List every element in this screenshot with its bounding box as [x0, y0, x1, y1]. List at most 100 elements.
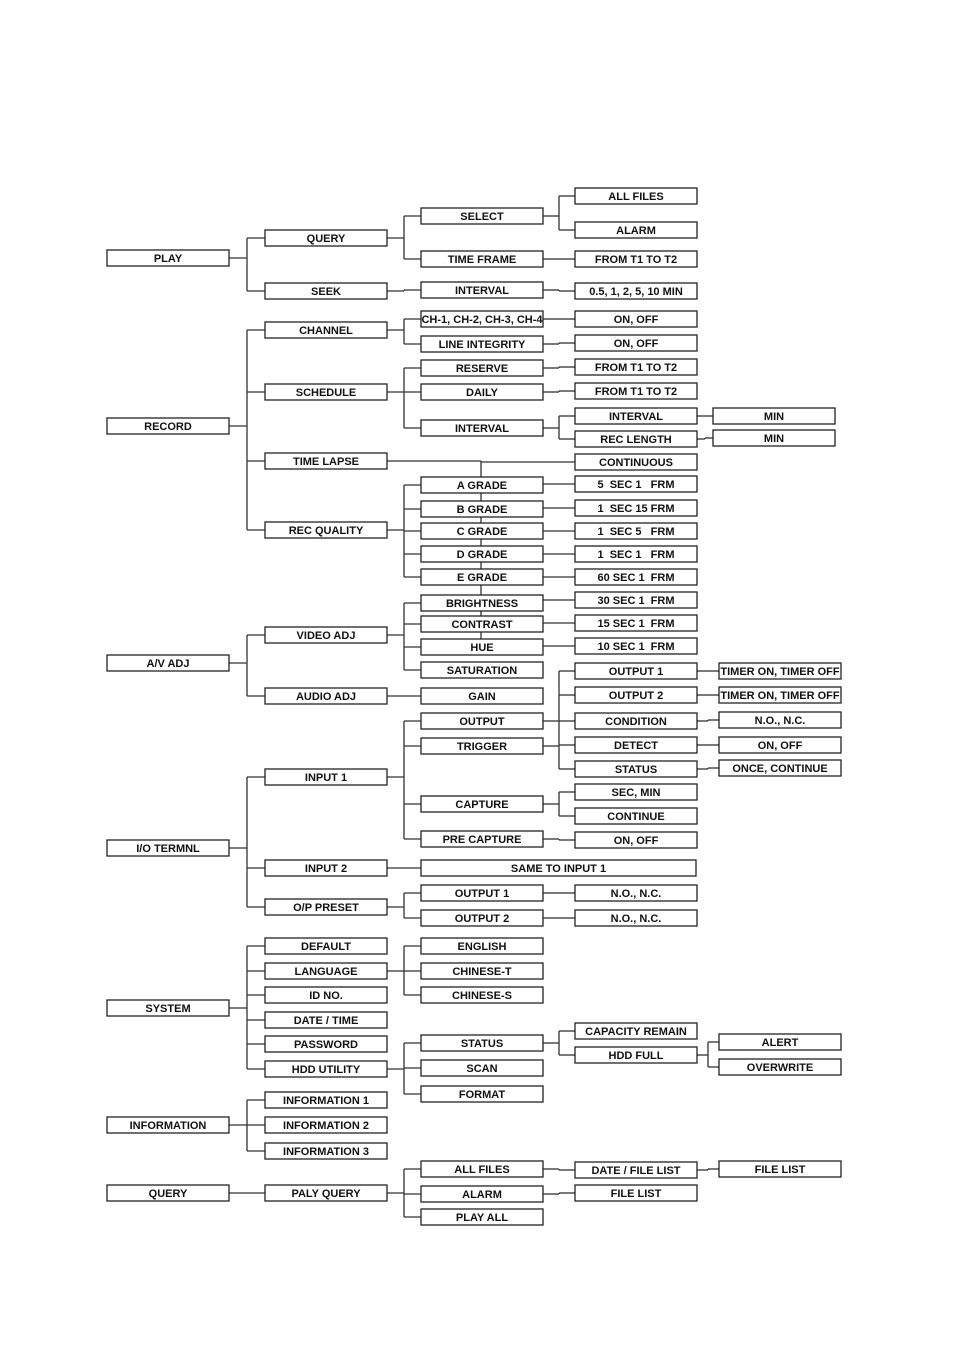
- node-label: SCHEDULE: [296, 387, 357, 399]
- node-label: OUTPUT 1: [455, 888, 509, 900]
- menu-node-r-dailyt: FROM T1 TO T2: [574, 382, 698, 400]
- node-label: ALERT: [762, 1037, 799, 1049]
- node-label: ON, OFF: [614, 314, 659, 326]
- node-label: 10 SEC 1 FRM: [597, 641, 674, 653]
- menu-node-s-en: ENGLISH: [420, 937, 544, 955]
- node-label: CHINESE-T: [452, 966, 512, 978]
- menu-node-s-full: HDD FULL: [574, 1046, 698, 1064]
- menu-node-p-seek: SEEK: [264, 282, 388, 300]
- menu-node-s-hdd: HDD UTILITY: [264, 1060, 388, 1078]
- node-label: INFORMATION 3: [283, 1146, 369, 1158]
- menu-node-s-date: DATE / TIME: [264, 1011, 388, 1029]
- node-label: SYSTEM: [145, 1003, 190, 1015]
- node-label: ON, OFF: [614, 835, 659, 847]
- menu-node-r-min2: MIN: [712, 429, 836, 447]
- menu-node-i-cont: CONTINUE: [574, 807, 698, 825]
- node-label: 15 SEC 1 FRM: [597, 618, 674, 630]
- node-label: INFORMATION 1: [283, 1095, 369, 1107]
- menu-node-p-t1t2: FROM T1 TO T2: [574, 250, 698, 268]
- menu-node-q-datelist: DATE / FILE LIST: [574, 1161, 698, 1179]
- menu-node-g-a: A GRADE: [420, 476, 544, 494]
- node-label: DATE / FILE LIST: [591, 1165, 680, 1177]
- menu-nodes: PLAY QUERY SEEK SELECT TIME FRAME ALL FILES AL…: [106, 187, 842, 1226]
- node-label: HUE: [470, 642, 493, 654]
- menu-node-sys: SYSTEM: [106, 999, 230, 1017]
- menu-node-i-detect: DETECT: [574, 736, 698, 754]
- node-label: INFORMATION: [130, 1120, 207, 1132]
- node-label: TRIGGER: [457, 741, 507, 753]
- node-label: SCAN: [466, 1063, 497, 1075]
- menu-node-i-op: O/P PRESET: [264, 898, 388, 916]
- node-label: BRIGHTNESS: [446, 598, 518, 610]
- menu-node-n-2: INFORMATION 2: [264, 1116, 388, 1134]
- node-label: DATE / TIME: [294, 1015, 359, 1027]
- menu-node-a-contrast: CONTRAST: [420, 615, 544, 633]
- menu-node-i-po2: OUTPUT 2: [420, 909, 544, 927]
- node-label: INTERVAL: [455, 423, 509, 435]
- node-label: B GRADE: [457, 504, 508, 516]
- node-label: FORMAT: [459, 1089, 506, 1101]
- node-label: LANGUAGE: [295, 966, 358, 978]
- menu-node-i-out2: OUTPUT 2: [574, 686, 698, 704]
- menu-node-a-bright: BRIGHTNESS: [420, 594, 544, 612]
- menu-node-i-preonoff: ON, OFF: [574, 831, 698, 849]
- menu-node-record: RECORD: [106, 417, 230, 435]
- menu-node-r-chonoff: ON, OFF: [574, 310, 698, 328]
- node-label: N.O., N.C.: [611, 888, 662, 900]
- node-label: PRE CAPTURE: [443, 834, 522, 846]
- node-label: AUDIO ADJ: [296, 691, 356, 703]
- node-label: OUTPUT 2: [609, 690, 663, 702]
- menu-node-s-cs: CHINESE-S: [420, 986, 544, 1004]
- menu-node-s-over: OVERWRITE: [718, 1058, 842, 1076]
- menu-node-i-trigger: TRIGGER: [420, 737, 544, 755]
- node-label: PLAY ALL: [456, 1212, 508, 1224]
- node-label: FROM T1 TO T2: [595, 362, 677, 374]
- node-label: VIDEO ADJ: [297, 630, 356, 642]
- menu-node-i-in2: INPUT 2: [264, 859, 388, 877]
- node-label: CAPTURE: [455, 799, 508, 811]
- menu-node-i-timer1: TIMER ON, TIMER OFF: [718, 662, 842, 680]
- node-label: FROM T1 TO T2: [595, 254, 677, 266]
- node-label: INTERVAL: [609, 411, 663, 423]
- menu-node-q-alarm: ALARM: [420, 1185, 544, 1203]
- node-label: TIME FRAME: [448, 254, 516, 266]
- node-label: PLAY: [154, 253, 183, 265]
- node-label: ID NO.: [309, 990, 343, 1002]
- menu-node-t7: 15 SEC 1 FRM: [574, 614, 698, 632]
- menu-node-i-precap: PRE CAPTURE: [420, 830, 544, 848]
- menu-node-r-recq: REC QUALITY: [264, 521, 388, 539]
- menu-node-a-sat: SATURATION: [420, 661, 544, 679]
- menu-node-io: I/O TERMNL: [106, 839, 230, 857]
- node-label: CH-1, CH-2, CH-3, CH-4: [421, 314, 543, 326]
- menu-node-i-in1: INPUT 1: [264, 768, 388, 786]
- node-label: REC QUALITY: [289, 525, 364, 537]
- node-label: TIMER ON, TIMER OFF: [720, 690, 839, 702]
- node-label: CONTRAST: [451, 619, 512, 631]
- menu-node-s-scan: SCAN: [420, 1059, 544, 1077]
- menu-node-p-interval: INTERVAL: [420, 281, 544, 299]
- node-label: LINE INTEGRITY: [439, 339, 526, 351]
- menu-node-r-sint: INTERVAL: [420, 419, 544, 437]
- node-label: GAIN: [468, 691, 496, 703]
- menu-node-i-once: ONCE, CONTINUE: [718, 759, 842, 777]
- menu-node-r-iint: INTERVAL: [574, 407, 698, 425]
- node-label: DAILY: [466, 387, 499, 399]
- node-label: FROM T1 TO T2: [595, 386, 677, 398]
- node-label: INPUT 2: [305, 863, 347, 875]
- node-label: DEFAULT: [301, 941, 351, 953]
- node-label: INPUT 1: [305, 772, 347, 784]
- node-label: OUTPUT 2: [455, 913, 509, 925]
- menu-node-s-lang: LANGUAGE: [264, 962, 388, 980]
- node-label: SAME TO INPUT 1: [511, 863, 606, 875]
- node-label: SATURATION: [447, 665, 518, 677]
- menu-node-s-pwd: PASSWORD: [264, 1035, 388, 1053]
- menu-node-r-line: LINE INTEGRITY: [420, 335, 544, 353]
- node-label: 1 SEC 5 FRM: [597, 526, 674, 538]
- node-label: 5 SEC 1 FRM: [597, 479, 674, 491]
- node-label: TIME LAPSE: [293, 456, 359, 468]
- menu-node-i-same: SAME TO INPUT 1: [420, 859, 697, 877]
- menu-node-r-daily: DAILY: [420, 383, 544, 401]
- node-label: INTERVAL: [455, 285, 509, 297]
- menu-node-i-po1: OUTPUT 1: [420, 884, 544, 902]
- menu-node-g-d: D GRADE: [420, 545, 544, 563]
